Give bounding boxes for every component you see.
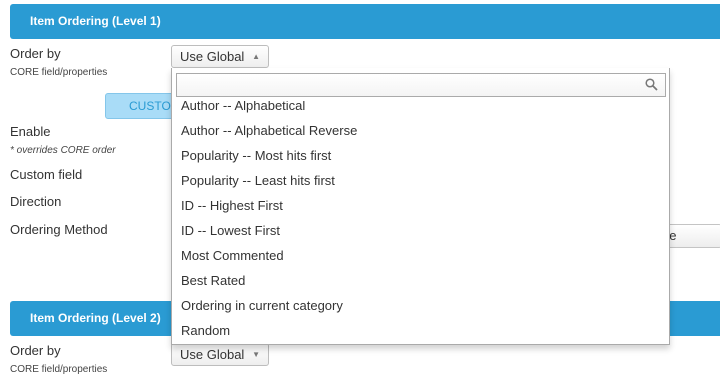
custom-field-label: Custom field (10, 167, 83, 182)
dropdown-option[interactable]: Random (172, 318, 669, 343)
enable-label: Enable (10, 124, 51, 139)
order-by-select[interactable]: Use Global ▲ (171, 45, 269, 68)
dropdown-options: Author -- Alphabetical Author -- Alphabe… (172, 101, 669, 344)
order-by-sublabel: CORE field/properties (10, 67, 108, 78)
order-by-select-level-2[interactable]: Use Global ▼ (171, 343, 269, 366)
triangle-down-icon: ▼ (252, 350, 260, 359)
order-by-select-value: Use Global (180, 347, 245, 362)
search-icon (645, 78, 658, 91)
ordering-method-label: Ordering Method (10, 222, 108, 237)
enable-sublabel: * overrides CORE order (10, 145, 116, 156)
direction-label: Direction (10, 194, 62, 209)
dropdown-option[interactable]: Author -- Alphabetical Reverse (172, 118, 669, 143)
section-header-level-1: Item Ordering (Level 1) (10, 4, 720, 39)
order-by-label-level-2: Order by (10, 343, 61, 358)
section-title: Item Ordering (Level 2) (30, 311, 161, 325)
dropdown-option[interactable]: Popularity -- Most hits first (172, 143, 669, 168)
dropdown-option[interactable]: Most Commented (172, 243, 669, 268)
order-by-select-value: Use Global (180, 49, 245, 64)
custom-button[interactable]: CUSTOM (105, 93, 180, 119)
dropdown-option[interactable]: ID -- Highest First (172, 193, 669, 218)
dropdown-search-box (176, 73, 666, 97)
dropdown-option[interactable]: Ordering in current category (172, 293, 669, 318)
dropdown-option[interactable]: ID -- Lowest First (172, 218, 669, 243)
order-by-label: Order by (10, 46, 61, 61)
order-by-sublabel-level-2: CORE field/properties (10, 364, 108, 375)
section-title: Item Ordering (Level 1) (30, 14, 161, 28)
dropdown-search-input[interactable] (177, 74, 647, 96)
triangle-up-icon: ▲ (252, 52, 260, 61)
dropdown-option[interactable]: Best Rated (172, 268, 669, 293)
dropdown-option[interactable]: Author -- Alphabetical (172, 101, 669, 118)
dropdown-option[interactable]: Popularity -- Least hits first (172, 168, 669, 193)
order-by-dropdown: Author -- Alphabetical Author -- Alphabe… (171, 68, 670, 345)
